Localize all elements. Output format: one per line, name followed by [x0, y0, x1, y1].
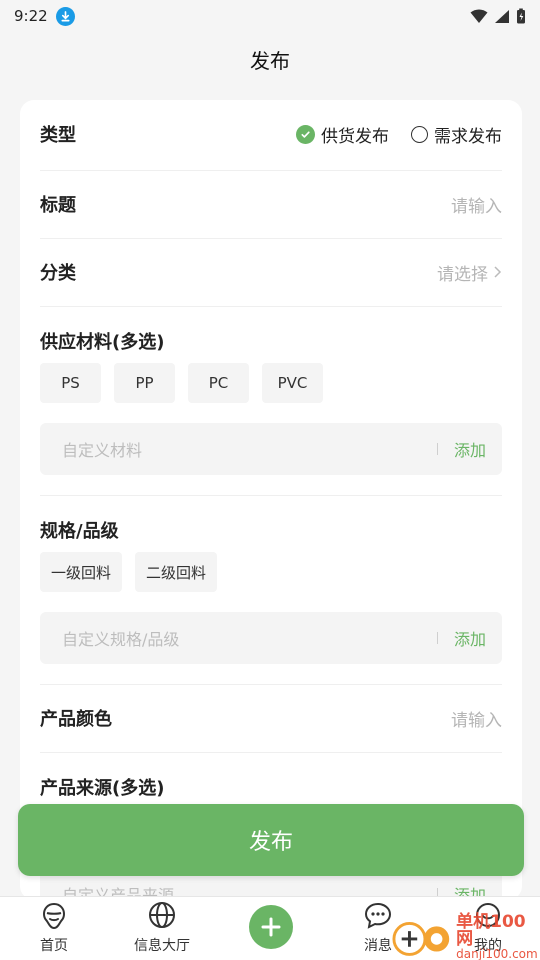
- category-select[interactable]: 请选择: [437, 260, 502, 285]
- chat-bubble-icon: [364, 902, 392, 929]
- divider: [40, 238, 502, 239]
- publish-button[interactable]: 发布: [18, 804, 524, 876]
- tab-messages-label: 消息: [364, 938, 392, 954]
- radio-supply[interactable]: 供货发布: [296, 122, 389, 147]
- custom-spec-box: 自定义规格/品级 添加: [40, 612, 502, 664]
- radio-supply-label: 供货发布: [321, 126, 389, 147]
- specs-title: 规格/品级: [40, 521, 119, 542]
- battery-icon: [517, 8, 525, 24]
- form-card: 类型 供货发布 需求发布 标题 请输入 分类 请选择 供应材料(多选) PS P…: [20, 100, 522, 900]
- download-icon: [55, 6, 75, 26]
- category-row[interactable]: 分类 请选择: [40, 252, 502, 292]
- color-input[interactable]: 请输入: [451, 706, 502, 731]
- type-radio-group: 供货发布 需求发布: [296, 122, 502, 147]
- logo-icon: [392, 921, 450, 956]
- watermark-logo: 单机100网 danji100.com: [392, 914, 540, 960]
- globe-icon: [149, 902, 175, 928]
- material-chip-pc[interactable]: PC: [188, 363, 249, 403]
- watermark-line1: 单机100网: [456, 912, 526, 949]
- radio-circle-icon: [411, 125, 428, 143]
- materials-title: 供应材料(多选): [40, 332, 165, 353]
- separator: [436, 443, 438, 455]
- color-row[interactable]: 产品颜色 请输入: [40, 698, 502, 738]
- category-label: 分类: [40, 263, 76, 284]
- watermark-text: 单机100网 danji100.com: [456, 914, 540, 960]
- title-input[interactable]: 请输入: [451, 192, 502, 217]
- divider: [40, 170, 502, 171]
- custom-material-input[interactable]: 自定义材料: [62, 437, 437, 461]
- type-label: 类型: [40, 125, 76, 146]
- add-spec-button[interactable]: 添加: [454, 626, 486, 650]
- divider: [40, 495, 502, 496]
- home-icon: [42, 902, 66, 930]
- title-row[interactable]: 标题 请输入: [40, 184, 502, 224]
- radio-demand[interactable]: 需求发布: [411, 122, 502, 147]
- type-row: 类型 供货发布 需求发布: [40, 114, 502, 154]
- tab-info-hall-label: 信息大厅: [134, 938, 190, 954]
- watermark-line2: danji100.com: [456, 947, 538, 960]
- materials-chips: PS PP PC PVC: [40, 363, 323, 403]
- color-label: 产品颜色: [40, 709, 112, 730]
- title-label: 标题: [40, 195, 76, 216]
- page-title: 发布: [250, 48, 290, 73]
- status-bar: 9:22: [0, 0, 540, 32]
- add-material-button[interactable]: 添加: [454, 437, 486, 461]
- tab-info-hall[interactable]: 信息大厅: [122, 901, 202, 955]
- tab-home-label: 首页: [40, 938, 68, 954]
- material-chip-pp[interactable]: PP: [114, 363, 175, 403]
- page-header: 发布: [0, 32, 540, 86]
- check-circle-icon: [296, 124, 315, 144]
- category-placeholder: 请选择: [437, 264, 488, 285]
- separator: [436, 632, 438, 644]
- chevron-right-icon: [494, 266, 502, 278]
- custom-material-box: 自定义材料 添加: [40, 423, 502, 475]
- status-icons: [470, 8, 526, 24]
- status-time: 9:22: [14, 7, 48, 25]
- material-chip-ps[interactable]: PS: [40, 363, 101, 403]
- tab-home[interactable]: 首页: [14, 901, 94, 955]
- custom-spec-input[interactable]: 自定义规格/品级: [62, 626, 437, 650]
- signal-icon: [495, 9, 509, 23]
- source-title: 产品来源(多选): [40, 778, 165, 799]
- spec-chip-grade2[interactable]: 二级回料: [135, 552, 218, 592]
- specs-chips: 一级回料 二级回料: [40, 552, 218, 592]
- wifi-icon: [470, 9, 488, 23]
- radio-demand-label: 需求发布: [434, 126, 502, 147]
- spec-chip-grade1[interactable]: 一级回料: [40, 552, 123, 592]
- plus-icon: [261, 917, 281, 937]
- add-post-button[interactable]: [249, 905, 293, 949]
- material-chip-pvc[interactable]: PVC: [262, 363, 323, 403]
- divider: [40, 684, 502, 685]
- divider: [40, 752, 502, 753]
- divider: [40, 306, 502, 307]
